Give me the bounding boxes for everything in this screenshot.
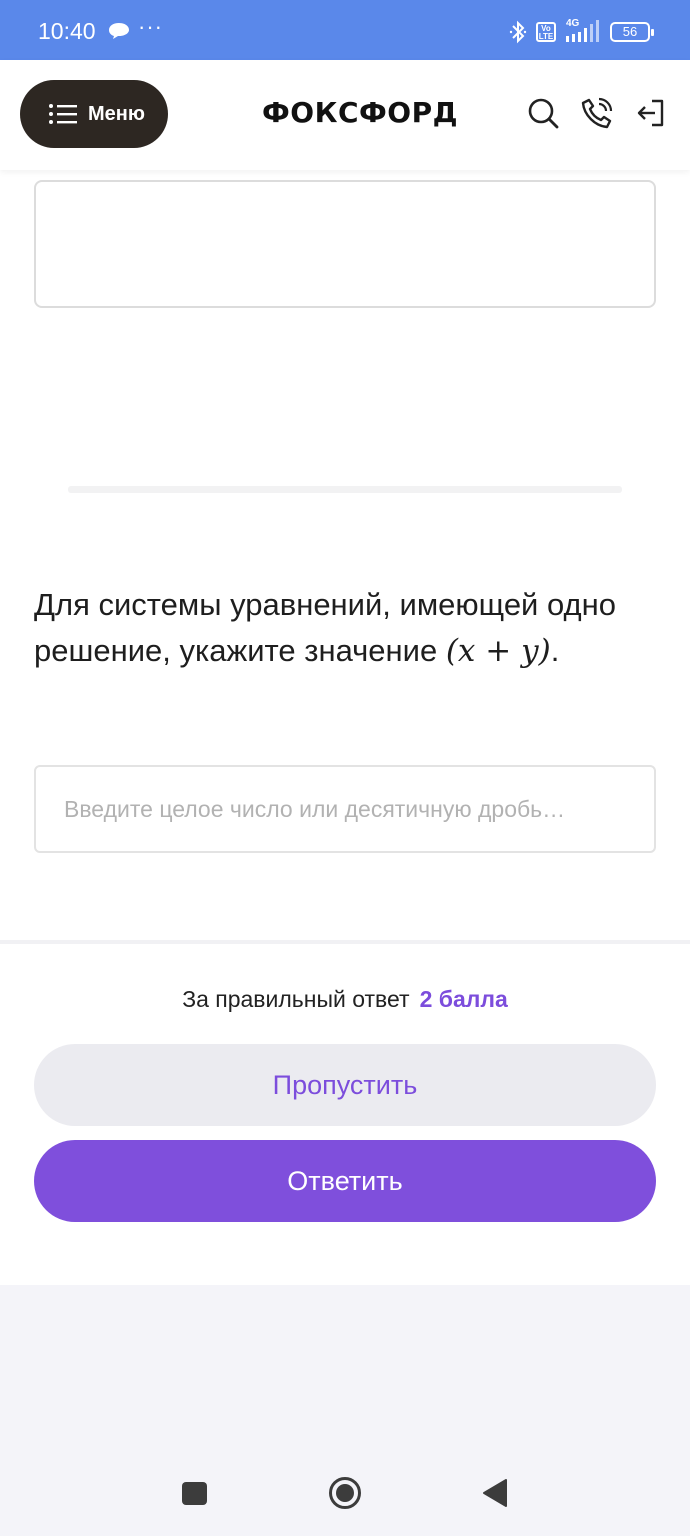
volte-icon: Vo LTE <box>536 22 556 42</box>
answer-input[interactable] <box>34 765 656 853</box>
question-text: Для системы уравнений, имеющей одно реше… <box>34 582 664 674</box>
top-header: Меню ФОКСФОРД <box>0 60 690 170</box>
recents-button[interactable] <box>182 1482 207 1505</box>
previous-answer-box[interactable] <box>34 180 656 308</box>
status-bar: 10:40 ··· Vo LTE 4G 56 <box>0 0 690 60</box>
menu-button[interactable]: Меню <box>20 80 168 148</box>
status-more-icon: ··· <box>138 14 163 39</box>
list-icon <box>49 104 77 124</box>
battery-icon: 56 <box>610 22 654 42</box>
message-icon <box>109 23 129 39</box>
skip-button[interactable]: Пропустить <box>34 1044 656 1126</box>
bluetooth-icon <box>509 20 527 44</box>
status-time: 10:40 <box>38 18 96 44</box>
network-type: 4G <box>566 18 580 29</box>
question-math: (x + y) <box>445 633 551 669</box>
back-button[interactable] <box>482 1478 508 1508</box>
logo[interactable]: ФОКСФОРД <box>262 96 458 129</box>
answer-panel: За правильный ответ 2 балла Пропустить От… <box>0 940 690 1285</box>
points-value: 2 балла <box>419 986 508 1012</box>
question-text-end: . <box>550 633 560 668</box>
logout-icon[interactable] <box>634 96 668 130</box>
points-info: За правильный ответ 2 балла <box>0 986 690 1013</box>
phone-icon[interactable] <box>580 96 614 130</box>
submit-answer-button[interactable]: Ответить <box>34 1140 656 1222</box>
home-button[interactable] <box>328 1476 362 1510</box>
points-label: За правильный ответ <box>182 986 410 1012</box>
section-divider <box>68 486 622 493</box>
menu-label: Меню <box>88 102 145 125</box>
search-icon[interactable] <box>526 96 560 130</box>
